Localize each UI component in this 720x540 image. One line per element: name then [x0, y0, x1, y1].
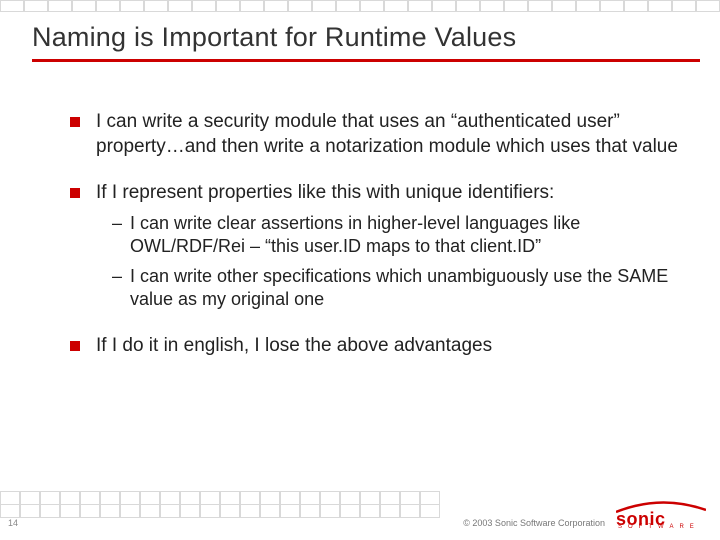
logo-swoosh-icon — [616, 500, 706, 512]
decor-bottom-squares — [0, 491, 440, 518]
decor-top-squares — [0, 0, 720, 14]
bullet-icon — [70, 341, 80, 351]
slide-title: Naming is Important for Runtime Values — [32, 22, 700, 53]
page-number: 14 — [8, 518, 18, 528]
bullet-icon — [70, 117, 80, 127]
bullet-icon — [70, 188, 80, 198]
bullet-text: I can write a security module that uses … — [96, 110, 680, 159]
logo-subtext: SOFTWARE — [618, 524, 706, 530]
bullet-text: If I do it in english, I lose the above … — [96, 334, 492, 359]
copyright-text: © 2003 Sonic Software Corporation — [463, 518, 605, 528]
title-underline — [32, 59, 700, 62]
title-block: Naming is Important for Runtime Values — [32, 22, 700, 62]
bullet-item: If I do it in english, I lose the above … — [70, 334, 680, 359]
sub-bullet-item: – I can write clear assertions in higher… — [112, 212, 680, 259]
sub-bullet-list: – I can write clear assertions in higher… — [112, 212, 680, 312]
bullet-item: If I represent properties like this with… — [70, 181, 680, 206]
bullet-text: If I represent properties like this with… — [96, 181, 554, 206]
bullet-item: I can write a security module that uses … — [70, 110, 680, 159]
slide: Naming is Important for Runtime Values I… — [0, 0, 720, 540]
dash-icon: – — [112, 265, 124, 288]
sub-bullet-text: I can write other specifications which u… — [130, 265, 680, 312]
content-area: I can write a security module that uses … — [70, 110, 680, 380]
dash-icon: – — [112, 212, 124, 235]
sub-bullet-item: – I can write other specifications which… — [112, 265, 680, 312]
sub-bullet-text: I can write clear assertions in higher-l… — [130, 212, 680, 259]
sonic-logo: sonic SOFTWARE — [616, 502, 706, 530]
